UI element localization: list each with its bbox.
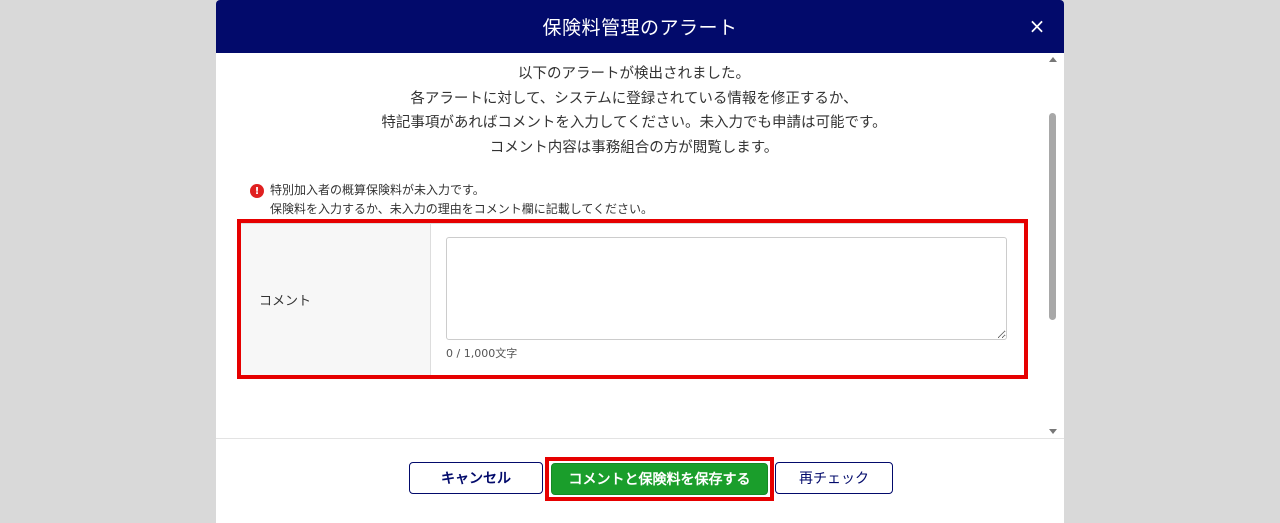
modal-body: 以下のアラートが検出されました。 各アラートに対して、システムに登録されている情… (216, 53, 1064, 438)
alert-line-2: 保険料を入力するか、未入力の理由をコメント欄に記載してください。 (270, 202, 654, 216)
alert-message: ! 特別加入者の概算保険料が未入力です。 保険料を入力するか、未入力の理由をコメ… (250, 181, 653, 219)
scroll-up-icon[interactable] (1049, 57, 1057, 62)
char-count: 0 / 1,000文字 (446, 347, 518, 360)
alert-line-1: 特別加入者の概算保険料が未入力です。 (270, 183, 485, 197)
close-icon[interactable]: × (1024, 13, 1050, 39)
footer-divider (216, 438, 1064, 439)
comment-label: コメント (241, 224, 431, 375)
scroll-down-icon[interactable] (1049, 429, 1057, 434)
intro-line: 以下のアラートが検出されました。 (518, 66, 750, 82)
modal-header: 保険料管理のアラート × (216, 0, 1064, 53)
intro-line: コメント内容は事務組合の方が閲覧します。 (489, 139, 779, 156)
alert-modal: 保険料管理のアラート × 以下のアラートが検出されました。 各アラートに対して、… (216, 0, 1064, 523)
modal-title: 保険料管理のアラート (542, 17, 738, 39)
intro-line: 特記事項があればコメントを入力してください。未入力でも申請は可能です。 (381, 115, 887, 131)
intro-text: 以下のアラートが検出されました。 各アラートに対して、システムに登録されている情… (216, 53, 1052, 160)
intro-line: 各アラートに対して、システムに登録されている情報を修正するか、 (410, 90, 858, 107)
comment-form-row: コメント 0 / 1,000文字 (241, 223, 1024, 375)
scrollbar[interactable] (1048, 53, 1058, 438)
scroll-thumb[interactable] (1049, 113, 1056, 320)
recheck-button[interactable]: 再チェック (775, 462, 893, 494)
comment-textarea[interactable] (446, 237, 1007, 340)
comment-highlight-frame: コメント 0 / 1,000文字 (237, 219, 1028, 379)
cancel-button[interactable]: キャンセル (409, 462, 543, 494)
comment-input-cell: 0 / 1,000文字 (431, 224, 1024, 375)
save-comment-and-premium-button[interactable]: コメントと保険料を保存する (551, 463, 768, 495)
exclamation-icon: ! (250, 184, 264, 198)
